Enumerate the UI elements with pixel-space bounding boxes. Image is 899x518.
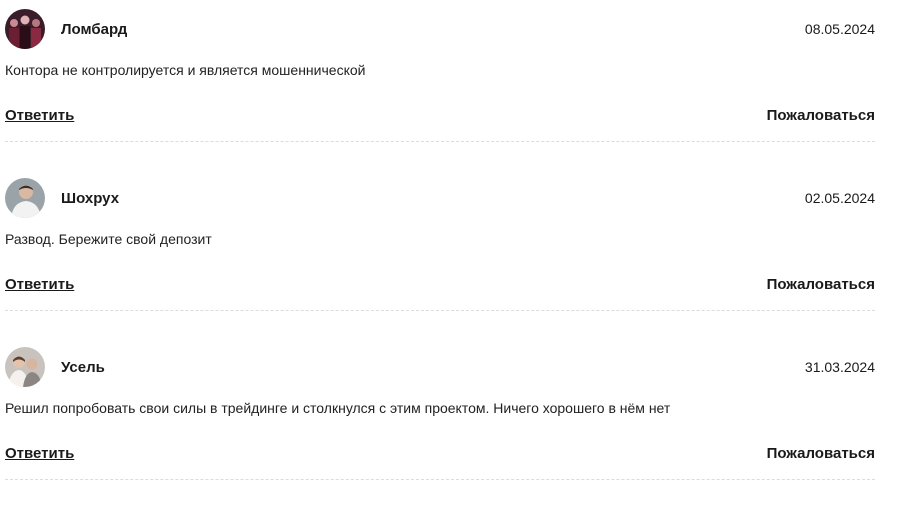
avatar-photo-icon xyxy=(5,347,45,387)
comment-item: Усель 31.03.2024 Решил попробовать свои … xyxy=(5,338,875,480)
avatar[interactable] xyxy=(5,9,45,49)
avatar-photo-icon xyxy=(5,178,45,218)
report-link[interactable]: Пожаловаться xyxy=(767,445,875,462)
comment-author: Усель xyxy=(61,359,105,376)
avatar-photo-icon xyxy=(5,9,45,49)
comment-item: Ломбард 08.05.2024 Контора не контролиру… xyxy=(5,0,875,142)
comment-author: Шохрух xyxy=(61,190,120,207)
reply-link[interactable]: Ответить xyxy=(5,445,74,462)
comments-list: Ломбард 08.05.2024 Контора не контролиру… xyxy=(0,0,899,518)
comment-date: 02.05.2024 xyxy=(804,190,875,206)
report-link[interactable]: Пожаловаться xyxy=(767,107,875,124)
reply-link[interactable]: Ответить xyxy=(5,107,74,124)
comment-text: Развод. Бережите свой депозит xyxy=(5,231,212,247)
comment-text: Решил попробовать свои силы в трейдинге … xyxy=(5,400,671,416)
comment-date: 31.03.2024 xyxy=(804,359,875,375)
comment-text: Контора не контролируется и является мош… xyxy=(5,62,366,78)
report-link[interactable]: Пожаловаться xyxy=(767,276,875,293)
avatar[interactable] xyxy=(5,178,45,218)
comment-item: Шохрух 02.05.2024 Развод. Бережите свой … xyxy=(5,169,875,311)
avatar[interactable] xyxy=(5,347,45,387)
reply-link[interactable]: Ответить xyxy=(5,276,74,293)
comment-author: Ломбард xyxy=(61,21,128,38)
comment-date: 08.05.2024 xyxy=(804,21,875,37)
